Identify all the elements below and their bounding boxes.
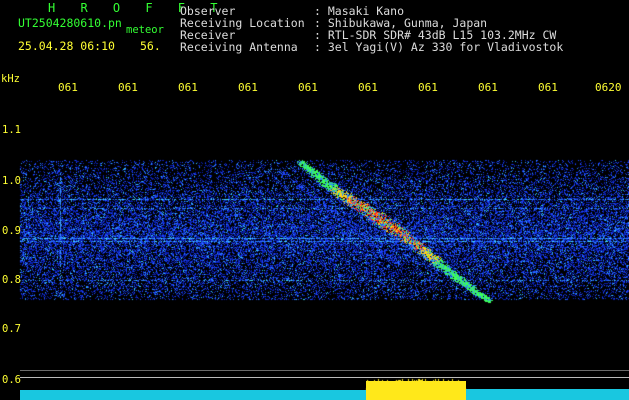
filename-label: UT2504280610.pn	[18, 16, 122, 30]
x-tick-label: 061	[478, 81, 498, 94]
x-tick-label: 061	[238, 81, 258, 94]
x-tick-label: 061	[178, 81, 198, 94]
power-level-bar	[20, 390, 366, 400]
info-antenna-value: : 3el Yagi(V) Az 330 for Vladivostok	[314, 40, 564, 54]
x-tick-label: 061	[538, 81, 558, 94]
info-antenna: Receiving Antenna : 3el Yagi(V) Az 330 fo…	[180, 41, 563, 53]
info-antenna-label: Receiving Antenna	[180, 40, 298, 54]
x-tick-label: 061	[358, 81, 378, 94]
y-tick-label: 0.7	[2, 323, 21, 335]
date-extra-label: 56.	[140, 39, 161, 53]
meteor-power-peak	[366, 381, 466, 400]
date-time-label: 25.04.28 06:10	[18, 39, 115, 53]
reference-line-upper	[20, 370, 629, 371]
y-tick-label: 1.0	[2, 175, 21, 187]
x-tick-label: 061	[418, 81, 438, 94]
x-tick-label: 061	[58, 81, 78, 94]
y-tick-label: 0.9	[2, 225, 21, 237]
y-tick-label: 1.1	[2, 124, 21, 136]
y-axis-unit: kHz	[1, 73, 20, 85]
x-tick-label: 061	[118, 81, 138, 94]
power-level-bar	[466, 389, 629, 400]
reference-line-lower	[20, 377, 629, 378]
x-tick-label: 061	[298, 81, 318, 94]
spectrogram-canvas	[0, 0, 629, 400]
y-tick-label: 0.8	[2, 274, 21, 286]
y-tick-label: 0.6	[2, 374, 21, 386]
x-tick-label: 0620	[595, 81, 622, 94]
filename-suffix: meteor	[126, 24, 164, 36]
